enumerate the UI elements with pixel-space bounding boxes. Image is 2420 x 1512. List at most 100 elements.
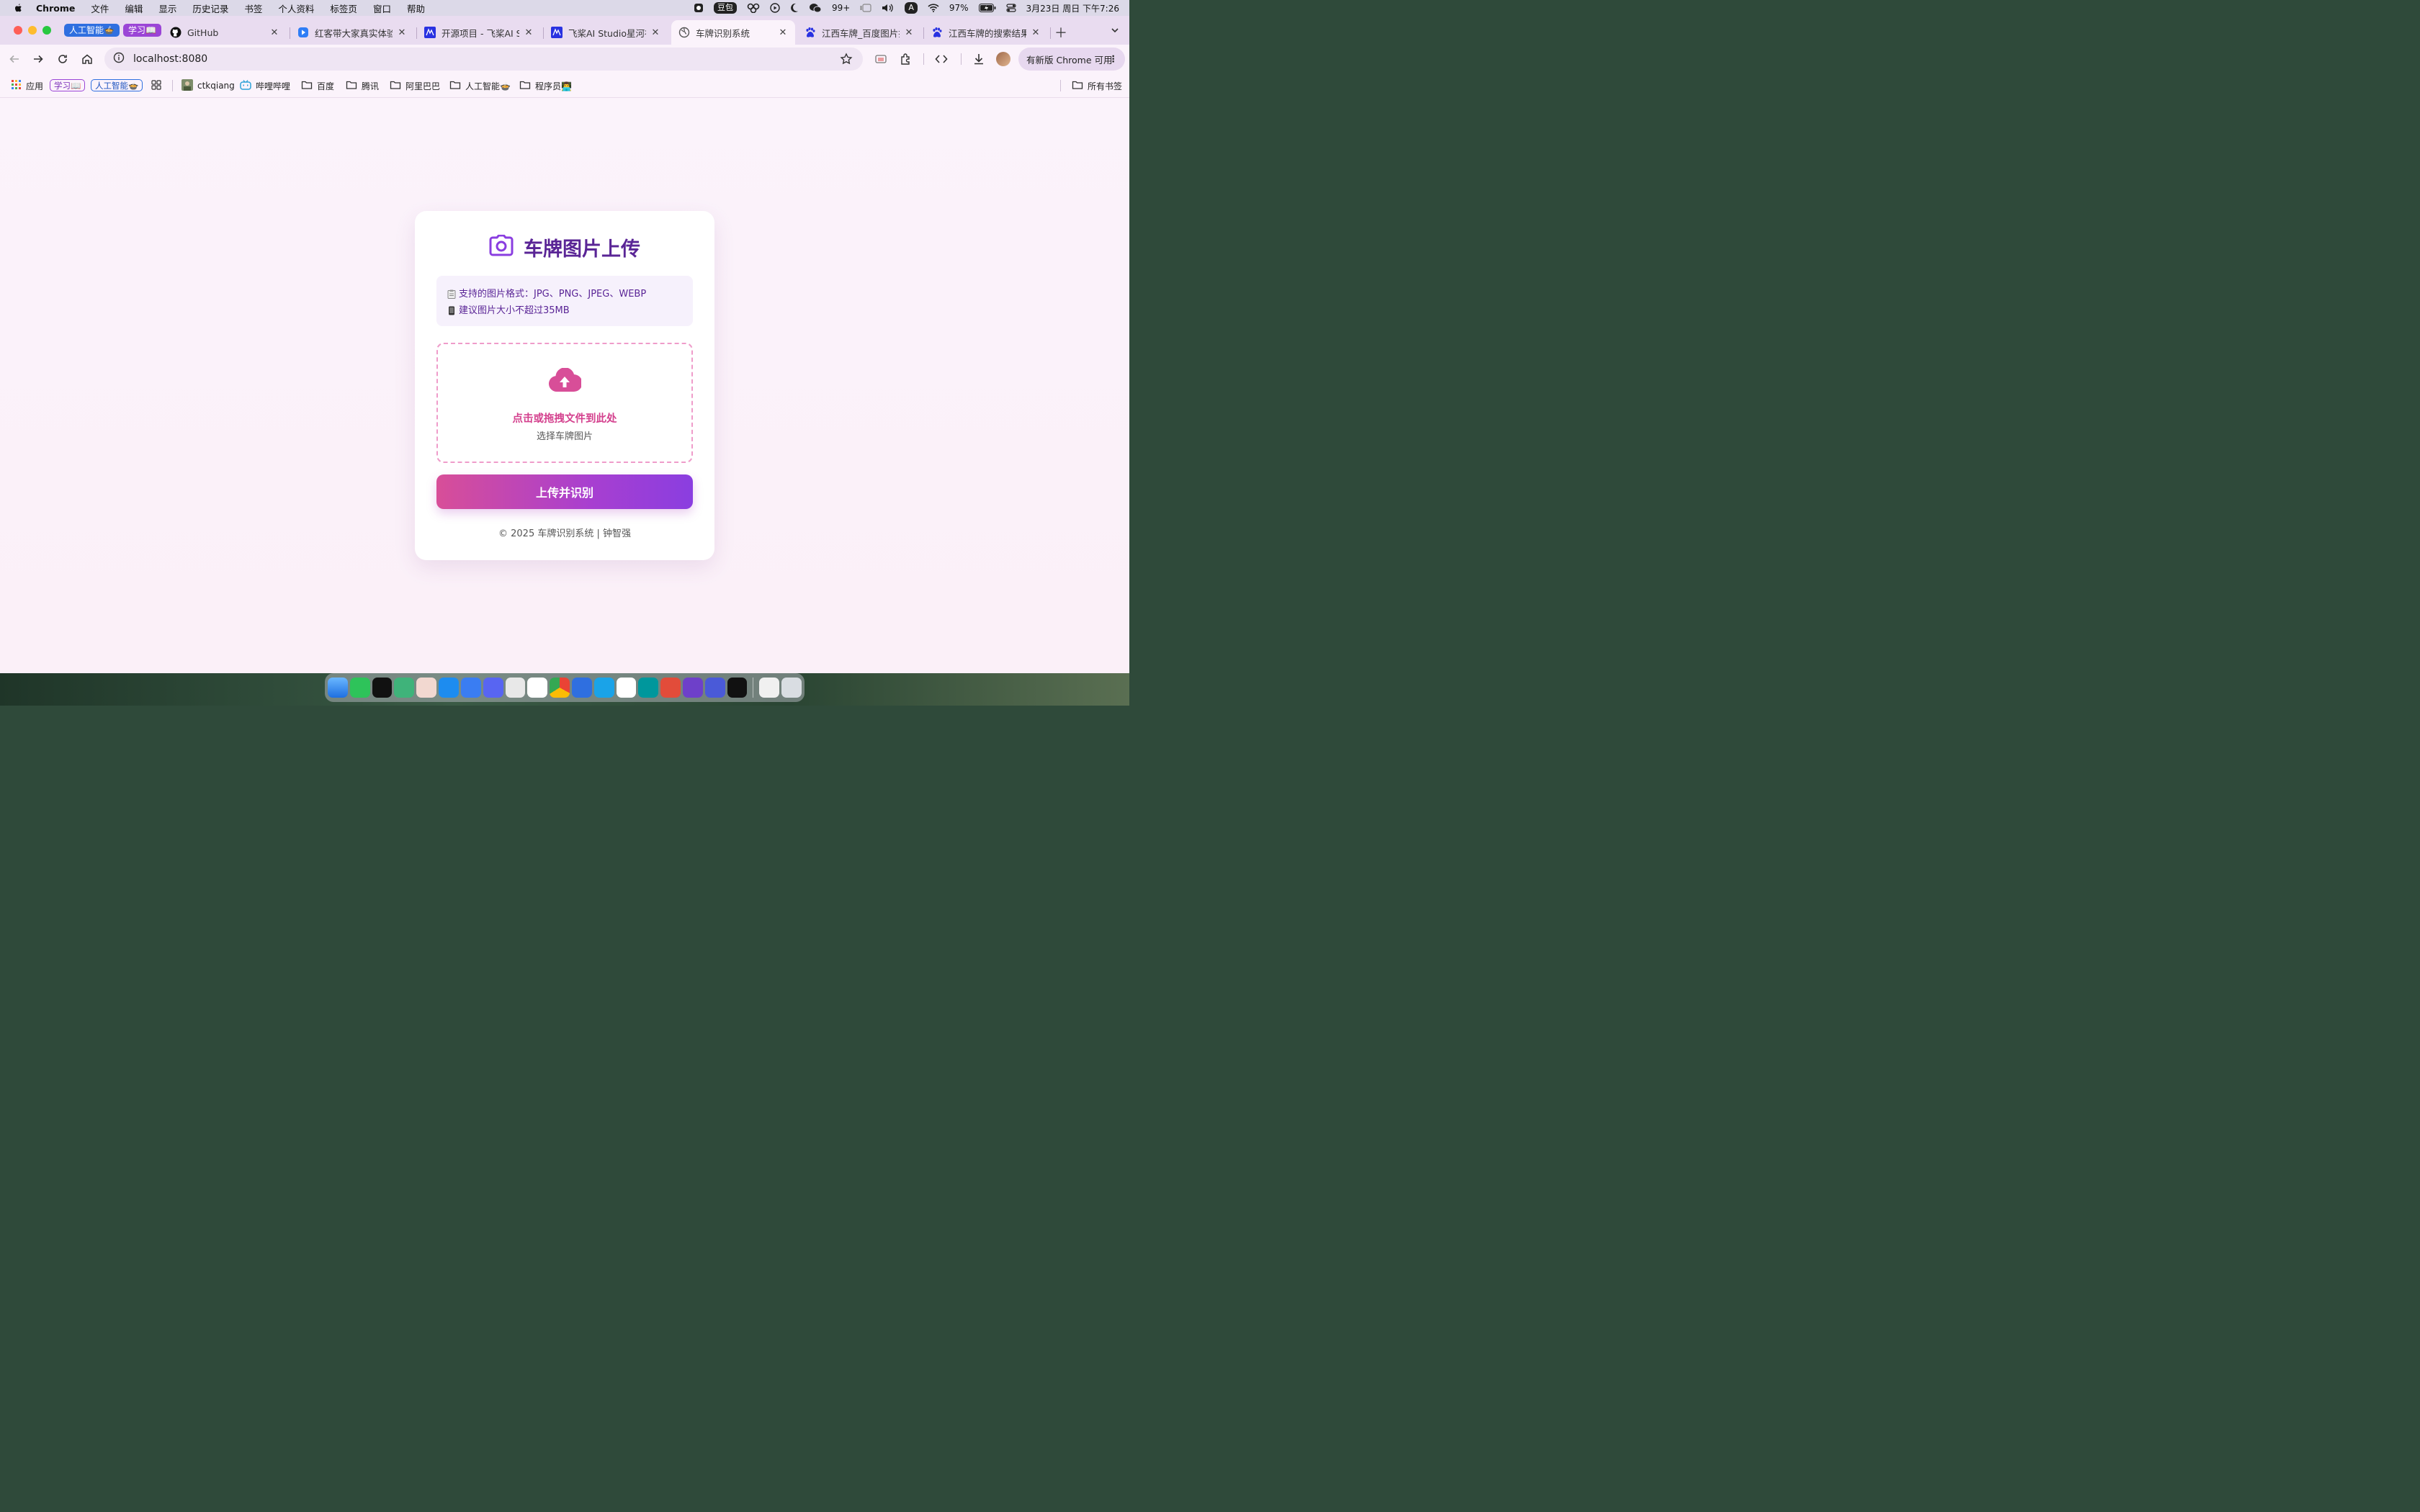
menu-app-name[interactable]: Chrome xyxy=(36,3,75,14)
link-cluster-icon[interactable] xyxy=(747,3,760,13)
app-icon[interactable] xyxy=(394,678,415,698)
close-tab-icon[interactable]: ✕ xyxy=(397,27,407,38)
feishu-icon[interactable] xyxy=(460,678,481,698)
menu-help[interactable]: 帮助 xyxy=(407,1,425,15)
back-button[interactable] xyxy=(7,52,22,66)
tab-paddle-projects[interactable]: 开源项目 - 飞桨AI Stu ✕ xyxy=(417,20,541,45)
cast-icon[interactable] xyxy=(874,52,888,66)
presentation-icon[interactable] xyxy=(660,678,681,698)
chrome-update-button[interactable]: 有新版 Chrome 可用 ⋮ xyxy=(1018,48,1125,71)
bookmark-bilibili[interactable]: 哔哩哔哩 xyxy=(240,79,290,92)
menu-window[interactable]: 窗口 xyxy=(373,1,391,15)
volume-icon[interactable] xyxy=(882,3,895,13)
upload-and-recognize-button[interactable]: 上传并识别 xyxy=(436,474,693,509)
reload-button[interactable] xyxy=(55,52,70,66)
bookmark-star-icon[interactable] xyxy=(840,53,853,68)
tab-github[interactable]: GitHub ✕ xyxy=(163,20,287,45)
extensions-icon[interactable] xyxy=(899,52,913,66)
documents-icon[interactable] xyxy=(759,678,780,698)
tab-group-study[interactable]: 学习📖 xyxy=(123,24,161,37)
tab-plate-recognition[interactable]: 车牌识别系统 ✕ xyxy=(671,20,795,45)
play-circle-icon[interactable] xyxy=(770,3,780,13)
wechat-icon[interactable] xyxy=(809,3,822,13)
word-icon[interactable] xyxy=(616,678,637,698)
cursor-app-icon[interactable] xyxy=(372,678,393,698)
chrome-icon[interactable] xyxy=(550,678,570,698)
menu-bookmarks[interactable]: 书签 xyxy=(244,1,262,15)
download-icon[interactable] xyxy=(972,52,986,66)
tab-video[interactable]: 红客带大家真实体验洪 ✕ xyxy=(290,20,414,45)
input-source-badge[interactable]: A xyxy=(905,2,918,14)
menu-view[interactable]: 显示 xyxy=(158,1,176,15)
new-tab-button[interactable]: ＋ xyxy=(1054,23,1067,42)
edge-icon[interactable] xyxy=(593,678,614,698)
bookmark-group-study[interactable]: 学习📖 xyxy=(50,79,86,91)
app-icon[interactable] xyxy=(704,678,725,698)
menu-file[interactable]: 文件 xyxy=(91,1,109,15)
menu-dots-icon[interactable]: ⋮ xyxy=(1109,53,1119,64)
bookmark-all-bookmarks[interactable]: 所有书签 xyxy=(1072,79,1122,92)
tab-baidu-images[interactable]: 江西车牌_百度图片搜索 ✕ xyxy=(797,20,921,45)
bookmark-folder-baidu[interactable]: 百度 xyxy=(301,79,334,92)
close-window-button[interactable] xyxy=(14,26,22,35)
finder-icon[interactable] xyxy=(328,678,348,698)
tab-search-button[interactable] xyxy=(1108,23,1122,37)
tab-paddle-studio[interactable]: 飞桨AI Studio星河社区 ✕ xyxy=(544,20,668,45)
terminal-icon[interactable] xyxy=(727,678,748,698)
close-tab-icon[interactable]: ✕ xyxy=(650,27,660,38)
address-text[interactable]: localhost:8080 xyxy=(133,53,207,65)
format-info-box: 支持的图片格式：JPG、PNG、JPEG、WEBP 建议图片大小不超过35MB xyxy=(436,276,693,326)
menubar-datetime[interactable]: 3月23日 周日 下午7:26 xyxy=(1026,2,1119,14)
profile-avatar[interactable] xyxy=(996,52,1010,66)
card-header: 车牌图片上传 xyxy=(415,233,714,261)
bookmark-folder-tencent[interactable]: 腾讯 xyxy=(346,79,379,92)
bookmark-apps[interactable]: 应用 xyxy=(12,79,43,92)
tab-baidu-search[interactable]: 江西车牌的搜索结果_百 ✕ xyxy=(924,20,1048,45)
menu-history[interactable]: 历史记录 xyxy=(192,1,228,15)
wechat-dock-icon[interactable] xyxy=(349,678,370,698)
bookmark-folder-ai[interactable]: 人工智能🍲 xyxy=(449,79,511,92)
page-title: 车牌图片上传 xyxy=(524,238,640,261)
avatar-app-icon[interactable] xyxy=(416,678,437,698)
control-center-icon[interactable] xyxy=(1005,3,1016,13)
tab-group-ai[interactable]: 人工智能🍲 xyxy=(64,24,120,37)
dingtalk-icon[interactable] xyxy=(439,678,459,698)
battery-icon[interactable] xyxy=(978,4,996,12)
menu-tabs[interactable]: 标签页 xyxy=(330,1,357,15)
apple-icon[interactable] xyxy=(13,3,23,13)
g-app-icon[interactable] xyxy=(571,678,592,698)
menu-edit[interactable]: 编辑 xyxy=(125,1,143,15)
menu-profiles[interactable]: 个人资料 xyxy=(278,1,314,15)
bookmark-folder-programmer[interactable]: 程序员👨‍💻 xyxy=(519,79,572,92)
doubao-badge[interactable]: 豆包 xyxy=(713,2,737,14)
moon-icon[interactable] xyxy=(790,3,799,13)
wifi-icon[interactable] xyxy=(928,4,939,12)
home-button[interactable] xyxy=(80,52,94,66)
baidu-netdisk-icon[interactable] xyxy=(527,678,548,698)
minimize-window-button[interactable] xyxy=(28,26,37,35)
close-tab-icon[interactable]: ✕ xyxy=(269,27,279,38)
arduino-icon[interactable] xyxy=(638,678,659,698)
tab-title: GitHub xyxy=(187,27,219,38)
file-dropzone[interactable]: 点击或拖拽文件到此处 选择车牌图片 xyxy=(436,343,693,463)
address-bar[interactable]: localhost:8080 xyxy=(104,48,863,71)
close-tab-icon[interactable]: ✕ xyxy=(1031,27,1041,38)
forward-button[interactable] xyxy=(31,52,45,66)
close-tab-icon[interactable]: ✕ xyxy=(778,27,788,38)
bookmark-label: ctkqiang xyxy=(197,81,235,91)
close-tab-icon[interactable]: ✕ xyxy=(524,27,534,38)
zoom-window-button[interactable] xyxy=(42,26,51,35)
bookmark-folder-alibaba[interactable]: 阿里巴巴 xyxy=(390,79,440,92)
messages-icon[interactable] xyxy=(505,678,526,698)
close-tab-icon[interactable]: ✕ xyxy=(904,27,914,38)
bookmark-tab-groups[interactable] xyxy=(151,79,161,92)
bookmark-group-ai[interactable]: 人工智能🍲 xyxy=(91,79,143,91)
github-desktop-icon[interactable] xyxy=(683,678,703,698)
bookmark-ctkqiang[interactable]: ctkqiang xyxy=(182,78,235,92)
site-info-icon[interactable] xyxy=(113,52,125,66)
devtools-code-icon[interactable] xyxy=(934,52,949,66)
stage-manager-icon[interactable] xyxy=(860,4,871,12)
trash-icon[interactable] xyxy=(781,678,802,698)
qq-icon[interactable] xyxy=(694,3,704,13)
discord-icon[interactable] xyxy=(483,678,503,698)
